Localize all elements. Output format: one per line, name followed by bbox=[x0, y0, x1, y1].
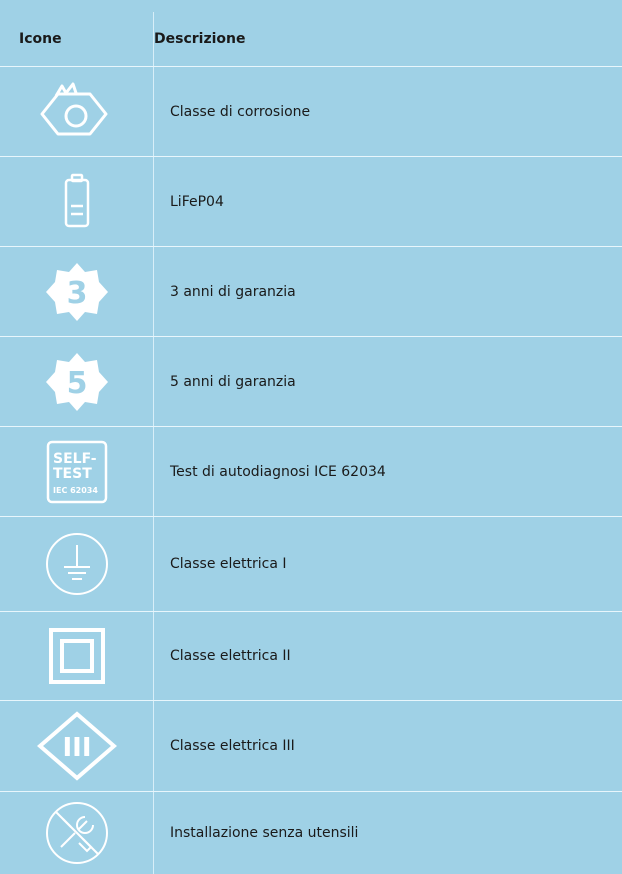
features-table: Icone Descrizione Classe di corrosione L… bbox=[0, 0, 622, 874]
table-row: Classe elettrica I bbox=[0, 517, 622, 612]
svg-text:3: 3 bbox=[66, 276, 87, 311]
warranty-3-years-icon: 3 bbox=[0, 247, 153, 336]
row-label: Test di autodiagnosi ICE 62034 bbox=[170, 463, 386, 480]
table-row: 3 3 anni di garanzia bbox=[0, 247, 622, 337]
svg-text:SELF-: SELF- bbox=[53, 451, 97, 467]
row-label: 3 anni di garanzia bbox=[170, 283, 296, 300]
table-row: Classe elettrica II bbox=[0, 612, 622, 701]
svg-text:TEST: TEST bbox=[53, 466, 92, 482]
header-icons: Icone bbox=[19, 31, 62, 47]
table-row: III Classe elettrica III bbox=[0, 701, 622, 792]
corrosion-class-icon bbox=[0, 67, 153, 156]
table-row: SELF- TEST IEC 62034 Test di autodiagnos… bbox=[0, 427, 622, 517]
battery-icon bbox=[0, 157, 153, 246]
svg-text:5: 5 bbox=[66, 366, 87, 401]
row-label: LiFeP04 bbox=[170, 193, 224, 210]
row-label: Classe elettrica II bbox=[170, 648, 291, 664]
warranty-5-years-icon: 5 bbox=[0, 337, 153, 426]
svg-text:IEC 62034: IEC 62034 bbox=[53, 486, 98, 495]
tool-free-installation-icon bbox=[0, 792, 153, 874]
row-label: Classe di corrosione bbox=[170, 103, 311, 120]
electrical-class-2-icon bbox=[0, 612, 153, 700]
electrical-class-1-icon bbox=[0, 517, 153, 611]
row-label: Classe elettrica I bbox=[170, 556, 287, 572]
electrical-class-3-icon: III bbox=[0, 701, 153, 791]
table-row: Installazione senza utensili bbox=[0, 792, 622, 874]
row-label: Classe elettrica III bbox=[170, 738, 295, 754]
table-row: Classe di corrosione bbox=[0, 67, 622, 157]
svg-text:III: III bbox=[62, 733, 91, 763]
header-description: Descrizione bbox=[154, 31, 246, 47]
table-row: 5 5 anni di garanzia bbox=[0, 337, 622, 427]
self-test-icon: SELF- TEST IEC 62034 bbox=[0, 427, 153, 516]
row-label: Installazione senza utensili bbox=[170, 825, 359, 841]
row-label: 5 anni di garanzia bbox=[170, 373, 296, 390]
table-header: Icone Descrizione bbox=[0, 0, 622, 67]
table-row: LiFeP04 bbox=[0, 157, 622, 247]
